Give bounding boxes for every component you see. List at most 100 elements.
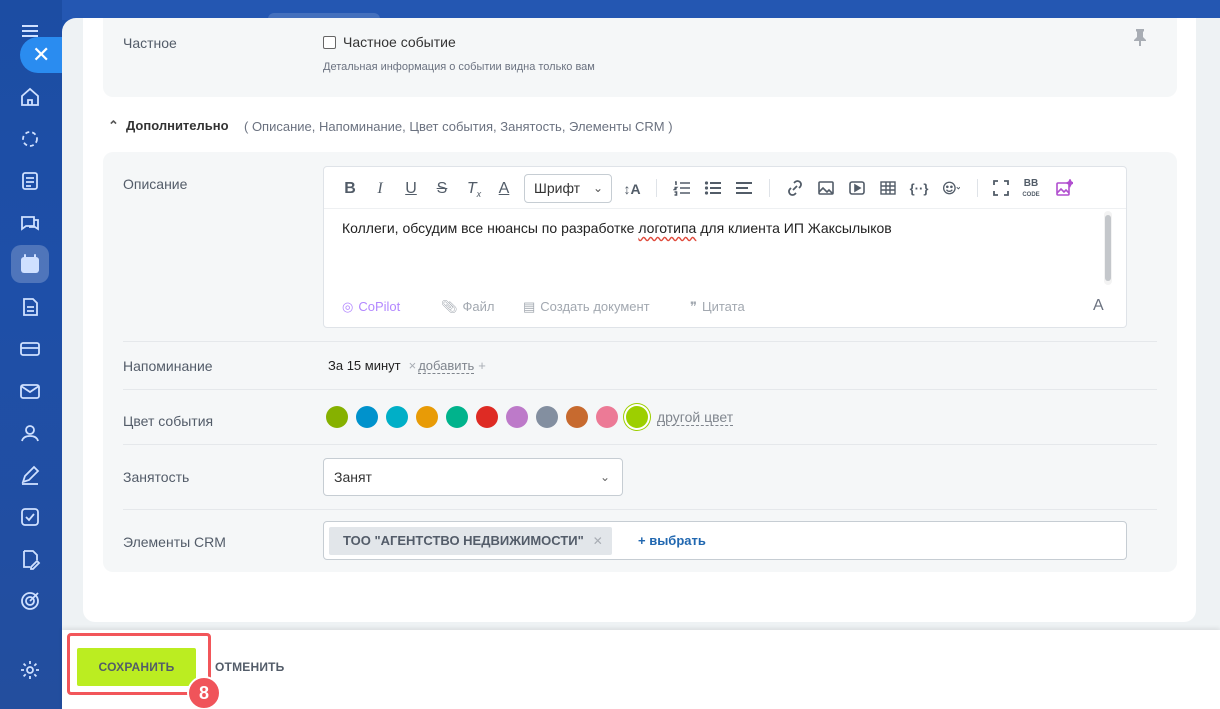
video-icon[interactable] bbox=[847, 179, 867, 199]
bullet-list-icon[interactable] bbox=[703, 179, 723, 199]
paperclip-icon: 📎︎ bbox=[441, 299, 458, 314]
bbcode-icon[interactable]: BB CODE bbox=[1021, 179, 1041, 199]
pen-icon[interactable] bbox=[19, 464, 41, 486]
table-icon[interactable] bbox=[878, 179, 898, 199]
editor-footer: ◎ CoPilot 📎︎ Файл ▤ Создать документ ❞ Цитат… bbox=[324, 297, 1126, 321]
ai-image-icon[interactable] bbox=[1053, 178, 1075, 199]
private-checkbox-label[interactable]: Частное событие bbox=[343, 34, 456, 50]
color-swatch[interactable] bbox=[506, 406, 528, 428]
remove-reminder-icon[interactable]: × bbox=[409, 358, 417, 373]
color-swatch[interactable] bbox=[476, 406, 498, 428]
extra-toggle[interactable]: ⌃ Дополнительно bbox=[108, 118, 229, 134]
color-swatch[interactable] bbox=[536, 406, 558, 428]
toolbar-divider bbox=[656, 179, 657, 197]
event-edit-panel: Частное Частное событие Детальная информ… bbox=[62, 18, 1220, 709]
description-text[interactable]: Коллеги, обсудим все нюансы по разработк… bbox=[342, 220, 892, 236]
chat-icon[interactable] bbox=[19, 212, 41, 234]
copilot-button[interactable]: ◎ CoPilot bbox=[342, 299, 400, 315]
chevron-down-icon: ⌄ bbox=[592, 181, 603, 195]
color-swatch[interactable] bbox=[386, 406, 408, 428]
copilot-icon: ◎ bbox=[342, 299, 354, 314]
top-strip bbox=[62, 0, 1220, 23]
calendar-icon[interactable] bbox=[11, 245, 49, 283]
checkbox-icon[interactable] bbox=[19, 506, 41, 528]
toolbar-divider bbox=[769, 179, 770, 197]
text-format-icon[interactable]: A bbox=[1093, 297, 1104, 315]
align-icon[interactable] bbox=[734, 179, 754, 199]
private-checkbox[interactable] bbox=[323, 36, 336, 49]
chevron-down-icon: ⌄ bbox=[599, 470, 610, 484]
mail-icon[interactable] bbox=[19, 380, 41, 402]
quote-button[interactable]: ❞ Цитата bbox=[690, 299, 745, 315]
quote-icon: ❞ bbox=[690, 299, 697, 314]
description-text-misspelled: логотипа bbox=[638, 220, 697, 236]
cancel-button[interactable]: ОТМЕНИТЬ bbox=[215, 660, 285, 674]
document-icon[interactable] bbox=[19, 170, 41, 192]
row-divider bbox=[123, 509, 1157, 510]
copilot-label: CoPilot bbox=[358, 299, 401, 314]
crm-field[interactable]: ТОО "АГЕНТСТВО НЕДВИЖИМОСТИ" ✕ + выбрать bbox=[323, 521, 1127, 560]
color-swatch[interactable] bbox=[446, 406, 468, 428]
editor-toolbar: B I U S Tx A Шрифт ⌄ ↕A {··} BB CODE bbox=[324, 167, 1126, 209]
image-icon[interactable] bbox=[816, 179, 836, 199]
create-document-button[interactable]: ▤ Создать документ bbox=[523, 299, 650, 315]
close-button[interactable]: ✕ bbox=[20, 37, 62, 73]
row-divider bbox=[123, 341, 1157, 342]
underline-icon[interactable]: U bbox=[403, 179, 419, 199]
feed-icon[interactable] bbox=[19, 128, 41, 150]
file-icon[interactable] bbox=[19, 296, 41, 318]
chevron-up-icon: ⌃ bbox=[108, 118, 119, 133]
form-card: Частное Частное событие Детальная информ… bbox=[83, 18, 1196, 622]
users-icon[interactable] bbox=[19, 422, 41, 444]
color-swatch[interactable] bbox=[356, 406, 378, 428]
busy-select-value: Занят bbox=[334, 469, 372, 485]
link-icon[interactable] bbox=[785, 179, 805, 199]
color-swatch[interactable] bbox=[326, 406, 348, 428]
private-label: Частное bbox=[123, 35, 177, 51]
numbered-list-icon[interactable] bbox=[672, 179, 692, 199]
crm-tag: ТОО "АГЕНТСТВО НЕДВИЖИМОСТИ" ✕ bbox=[329, 527, 612, 555]
clear-format-icon[interactable]: Tx bbox=[464, 179, 484, 199]
other-color-link[interactable]: другой цвет bbox=[657, 409, 734, 426]
private-hint: Детальная информация о событии видна тол… bbox=[323, 61, 595, 73]
smiley-icon[interactable] bbox=[938, 179, 964, 199]
text-color-icon[interactable]: A bbox=[496, 179, 512, 199]
strikethrough-icon[interactable]: S bbox=[434, 179, 450, 199]
busy-label: Занятость bbox=[123, 469, 190, 485]
file-button[interactable]: 📎︎ Файл bbox=[441, 299, 494, 315]
busy-select[interactable]: Занят ⌄ bbox=[323, 458, 623, 496]
color-swatch[interactable] bbox=[566, 406, 588, 428]
crm-add-link[interactable]: + выбрать bbox=[638, 533, 706, 548]
font-size-icon[interactable]: ↕A bbox=[621, 179, 643, 199]
font-select[interactable]: Шрифт ⌄ bbox=[524, 174, 612, 203]
home-icon[interactable] bbox=[19, 86, 41, 108]
editor-scrollbar-thumb[interactable] bbox=[1105, 215, 1111, 281]
italic-icon[interactable]: I bbox=[372, 179, 388, 199]
fullscreen-icon[interactable] bbox=[991, 179, 1011, 199]
crm-label: Элементы CRM bbox=[123, 534, 226, 550]
bold-icon[interactable]: B bbox=[342, 179, 358, 199]
description-text-end: для клиента ИП Жаксылыков bbox=[696, 220, 892, 236]
remove-crm-tag-icon[interactable]: ✕ bbox=[593, 527, 603, 555]
add-reminder-link[interactable]: добавить bbox=[418, 358, 475, 374]
gear-icon[interactable] bbox=[19, 659, 41, 681]
private-section: Частное Частное событие Детальная информ… bbox=[103, 18, 1177, 97]
step-badge: 8 bbox=[187, 676, 221, 709]
save-button[interactable]: СОХРАНИТЬ bbox=[77, 648, 196, 686]
editor-scrollbar[interactable] bbox=[1104, 211, 1112, 285]
pin-icon[interactable] bbox=[1133, 28, 1147, 46]
create-document-label: Создать документ bbox=[540, 299, 650, 314]
card-icon[interactable] bbox=[19, 338, 41, 360]
target-icon[interactable] bbox=[19, 590, 41, 612]
reminder-value: За 15 минут bbox=[328, 358, 401, 373]
color-swatch[interactable] bbox=[596, 406, 618, 428]
color-swatch[interactable] bbox=[626, 406, 648, 428]
color-label: Цвет события bbox=[123, 413, 214, 429]
sign-icon[interactable] bbox=[19, 548, 41, 570]
code-icon[interactable]: {··} bbox=[907, 179, 931, 199]
reminder-field: За 15 минут × добавить + bbox=[328, 358, 486, 374]
row-divider bbox=[123, 389, 1157, 390]
extra-toggle-label: Дополнительно bbox=[126, 118, 229, 133]
color-swatch[interactable] bbox=[416, 406, 438, 428]
plus-icon[interactable]: + bbox=[478, 358, 486, 373]
